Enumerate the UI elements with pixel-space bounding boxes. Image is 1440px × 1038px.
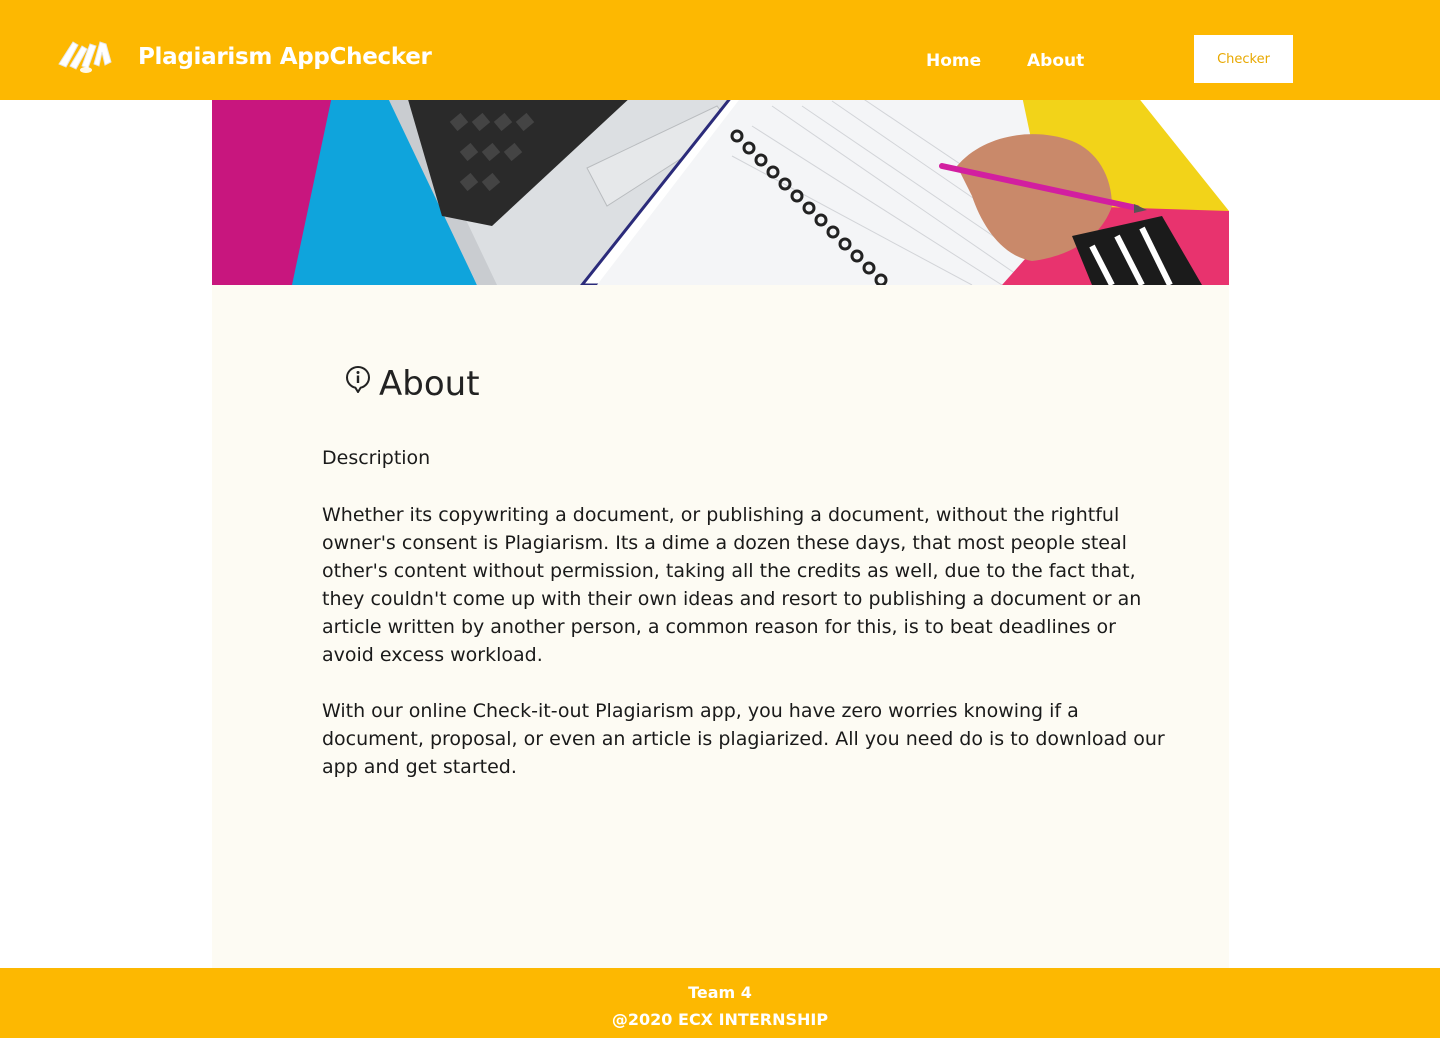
checker-button[interactable]: Checker (1194, 35, 1293, 83)
info-icon (345, 365, 371, 393)
footer-copyright: @2020 ECX INTERNSHIP (611, 1010, 829, 1029)
site-header: Plagiarism AppChecker Home About Checker (0, 0, 1440, 100)
about-heading: About (345, 364, 480, 404)
description-paragraph-1: Whether its copywriting a document, or p… (322, 504, 1142, 666)
description-paragraph-2: With our online Check-it-out Plagiarism … (322, 700, 1165, 778)
description-label: Description (322, 447, 431, 469)
nav-home-link[interactable]: Home (926, 51, 981, 71)
footer-team: Team 4 (688, 983, 752, 1002)
site-footer: Team 4 @2020 ECX INTERNSHIP (0, 968, 1440, 1038)
app-logo-icon[interactable] (56, 36, 116, 76)
main-content: About Description Whether its copywritin… (212, 96, 1229, 968)
brand-name[interactable]: Plagiarism AppChecker (138, 44, 432, 70)
about-title: About (379, 364, 480, 404)
nav-about-link[interactable]: About (1027, 51, 1084, 71)
hero-image (212, 96, 1229, 285)
